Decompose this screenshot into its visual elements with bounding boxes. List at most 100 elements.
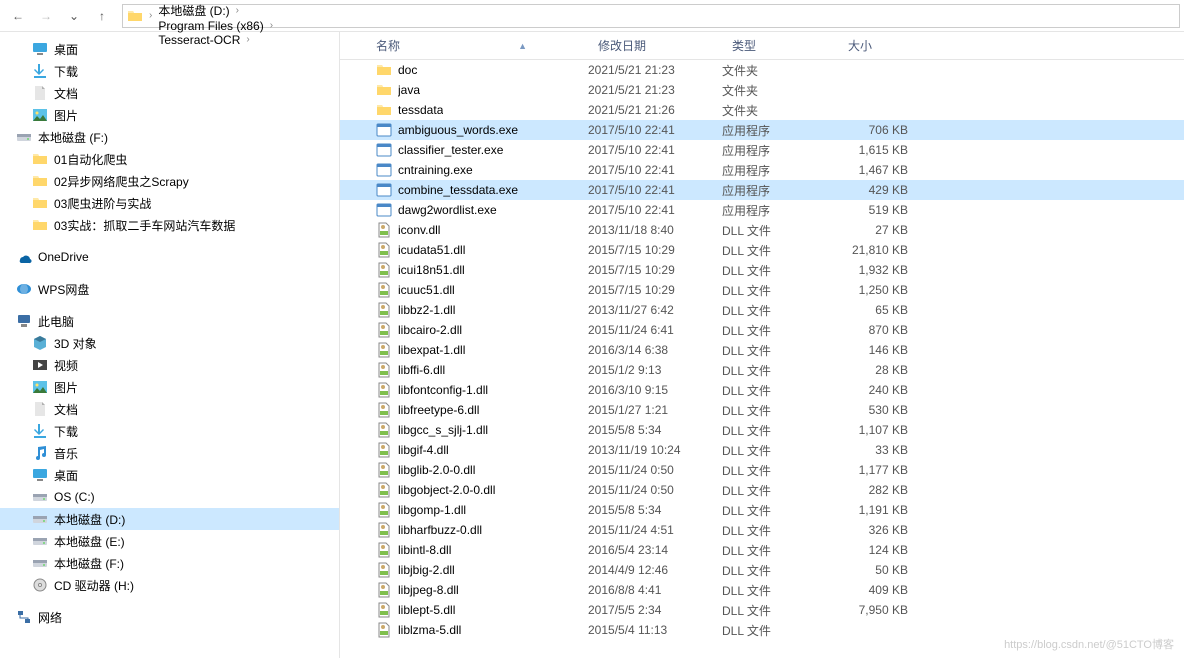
tree-item[interactable]: 02异步网络爬虫之Scrapy xyxy=(0,170,339,192)
tree-item[interactable]: 3D 对象 xyxy=(0,332,339,354)
file-row[interactable]: liblept-5.dll2017/5/5 2:34DLL 文件7,950 KB xyxy=(340,600,1184,620)
tree-item[interactable]: 01自动化爬虫 xyxy=(0,148,339,170)
tree-item[interactable]: 音乐 xyxy=(0,442,339,464)
tree-item[interactable]: WPS网盘 xyxy=(0,278,339,300)
tree-item[interactable]: 图片 xyxy=(0,104,339,126)
tree-item[interactable]: 桌面 xyxy=(0,464,339,486)
drive-icon xyxy=(32,555,48,571)
file-date: 2015/1/2 9:13 xyxy=(588,363,722,377)
file-row[interactable]: libfontconfig-1.dll2016/3/10 9:15DLL 文件2… xyxy=(340,380,1184,400)
file-row[interactable]: libgomp-1.dll2015/5/8 5:34DLL 文件1,191 KB xyxy=(340,500,1184,520)
file-type: 应用程序 xyxy=(722,202,838,219)
file-size: 33 KB xyxy=(838,443,928,457)
file-name: tessdata xyxy=(398,103,443,117)
file-type: DLL 文件 xyxy=(722,282,838,299)
drive-icon xyxy=(16,129,32,145)
file-row[interactable]: icuuc51.dll2015/7/15 10:29DLL 文件1,250 KB xyxy=(340,280,1184,300)
file-row[interactable]: dawg2wordlist.exe2017/5/10 22:41应用程序519 … xyxy=(340,200,1184,220)
tree-item[interactable]: 此电脑 xyxy=(0,310,339,332)
column-size[interactable]: 大小 xyxy=(838,32,928,59)
tree-item[interactable]: 本地磁盘 (D:) xyxy=(0,508,339,530)
file-name: libbz2-1.dll xyxy=(398,303,455,317)
nav-recent-button[interactable]: ⌄ xyxy=(60,2,88,30)
file-row[interactable]: icui18n51.dll2015/7/15 10:29DLL 文件1,932 … xyxy=(340,260,1184,280)
file-row[interactable]: libintl-8.dll2016/5/4 23:14DLL 文件124 KB xyxy=(340,540,1184,560)
file-name: libgomp-1.dll xyxy=(398,503,466,517)
file-row[interactable]: libexpat-1.dll2016/3/14 6:38DLL 文件146 KB xyxy=(340,340,1184,360)
file-date: 2016/8/8 4:41 xyxy=(588,583,722,597)
tree-item[interactable]: 下载 xyxy=(0,420,339,442)
tree-item[interactable]: 网络 xyxy=(0,606,339,628)
file-row[interactable]: java2021/5/21 21:23文件夹 xyxy=(340,80,1184,100)
column-name[interactable]: 名称▲ xyxy=(340,32,588,59)
file-size: 124 KB xyxy=(838,543,928,557)
tree-item[interactable]: 本地磁盘 (F:) xyxy=(0,126,339,148)
file-row[interactable]: libjpeg-8.dll2016/8/8 4:41DLL 文件409 KB xyxy=(340,580,1184,600)
tree-item-label: 文档 xyxy=(54,85,78,102)
dll-icon xyxy=(376,502,392,518)
file-date: 2015/7/15 10:29 xyxy=(588,243,722,257)
file-row[interactable]: libglib-2.0-0.dll2015/11/24 0:50DLL 文件1,… xyxy=(340,460,1184,480)
tree-item[interactable]: 本地磁盘 (E:) xyxy=(0,530,339,552)
file-row[interactable]: libfreetype-6.dll2015/1/27 1:21DLL 文件530… xyxy=(340,400,1184,420)
file-name: icudata51.dll xyxy=(398,243,465,257)
breadcrumb-segment[interactable]: Program Files (x86)› xyxy=(154,19,275,33)
file-row[interactable]: tessdata2021/5/21 21:26文件夹 xyxy=(340,100,1184,120)
tree-item-label: 本地磁盘 (D:) xyxy=(54,511,125,528)
file-row[interactable]: libcairo-2.dll2015/11/24 6:41DLL 文件870 K… xyxy=(340,320,1184,340)
nav-back-button[interactable]: ← xyxy=(4,2,32,30)
file-date: 2021/5/21 21:23 xyxy=(588,63,722,77)
file-row[interactable]: ambiguous_words.exe2017/5/10 22:41应用程序70… xyxy=(340,120,1184,140)
tree-item-label: 此电脑 xyxy=(38,313,74,330)
file-size: 1,250 KB xyxy=(838,283,928,297)
nav-forward-button[interactable]: → xyxy=(32,2,60,30)
file-date: 2015/7/15 10:29 xyxy=(588,283,722,297)
tree-item[interactable]: 文档 xyxy=(0,398,339,420)
file-row[interactable]: classifier_tester.exe2017/5/10 22:41应用程序… xyxy=(340,140,1184,160)
column-type[interactable]: 类型 xyxy=(722,32,838,59)
dll-icon xyxy=(376,282,392,298)
breadcrumb-segment[interactable]: 本地磁盘 (D:)› xyxy=(154,2,275,19)
tree-item[interactable]: OS (C:) xyxy=(0,486,339,508)
tree-item[interactable]: 下载 xyxy=(0,60,339,82)
file-row[interactable]: icudata51.dll2015/7/15 10:29DLL 文件21,810… xyxy=(340,240,1184,260)
file-row[interactable]: libgobject-2.0-0.dll2015/11/24 0:50DLL 文… xyxy=(340,480,1184,500)
file-date: 2017/5/5 2:34 xyxy=(588,603,722,617)
tree-item[interactable]: 03实战：抓取二手车网站汽车数据 xyxy=(0,214,339,236)
music-icon xyxy=(32,445,48,461)
file-row[interactable]: libharfbuzz-0.dll2015/11/24 4:51DLL 文件32… xyxy=(340,520,1184,540)
exe-icon xyxy=(376,202,392,218)
nav-up-button[interactable]: ↑ xyxy=(88,2,116,30)
tree-item[interactable]: 视频 xyxy=(0,354,339,376)
file-name: libglib-2.0-0.dll xyxy=(398,463,475,477)
file-size: 282 KB xyxy=(838,483,928,497)
tree-item[interactable]: 图片 xyxy=(0,376,339,398)
file-row[interactable]: libffi-6.dll2015/1/2 9:13DLL 文件28 KB xyxy=(340,360,1184,380)
breadcrumb-path[interactable]: › 此电脑›本地磁盘 (D:)›Program Files (x86)›Tess… xyxy=(122,4,1180,28)
tree-item[interactable]: 本地磁盘 (F:) xyxy=(0,552,339,574)
file-date: 2013/11/27 6:42 xyxy=(588,303,722,317)
file-row[interactable]: libbz2-1.dll2013/11/27 6:42DLL 文件65 KB xyxy=(340,300,1184,320)
file-list-pane: 名称▲ 修改日期 类型 大小 doc2021/5/21 21:23文件夹java… xyxy=(340,32,1184,658)
tree-item[interactable]: 桌面 xyxy=(0,38,339,60)
file-row[interactable]: doc2021/5/21 21:23文件夹 xyxy=(340,60,1184,80)
tree-item-label: 本地磁盘 (F:) xyxy=(54,555,124,572)
column-date[interactable]: 修改日期 xyxy=(588,32,722,59)
file-row[interactable]: libjbig-2.dll2014/4/9 12:46DLL 文件50 KB xyxy=(340,560,1184,580)
file-type: DLL 文件 xyxy=(722,582,838,599)
file-row[interactable]: cntraining.exe2017/5/10 22:41应用程序1,467 K… xyxy=(340,160,1184,180)
file-date: 2021/5/21 21:23 xyxy=(588,83,722,97)
file-date: 2015/11/24 4:51 xyxy=(588,523,722,537)
file-row[interactable]: libgif-4.dll2013/11/19 10:24DLL 文件33 KB xyxy=(340,440,1184,460)
file-row[interactable]: combine_tessdata.exe2017/5/10 22:41应用程序4… xyxy=(340,180,1184,200)
file-row[interactable]: iconv.dll2013/11/18 8:40DLL 文件27 KB xyxy=(340,220,1184,240)
file-row[interactable]: libgcc_s_sjlj-1.dll2015/5/8 5:34DLL 文件1,… xyxy=(340,420,1184,440)
tree-item[interactable]: 03爬虫进阶与实战 xyxy=(0,192,339,214)
file-size: 530 KB xyxy=(838,403,928,417)
file-type: 文件夹 xyxy=(722,102,838,119)
tree-item[interactable]: CD 驱动器 (H:) xyxy=(0,574,339,596)
video-icon xyxy=(32,357,48,373)
tree-item[interactable]: OneDrive xyxy=(0,246,339,268)
tree-item[interactable]: 文档 xyxy=(0,82,339,104)
file-type: 应用程序 xyxy=(722,182,838,199)
